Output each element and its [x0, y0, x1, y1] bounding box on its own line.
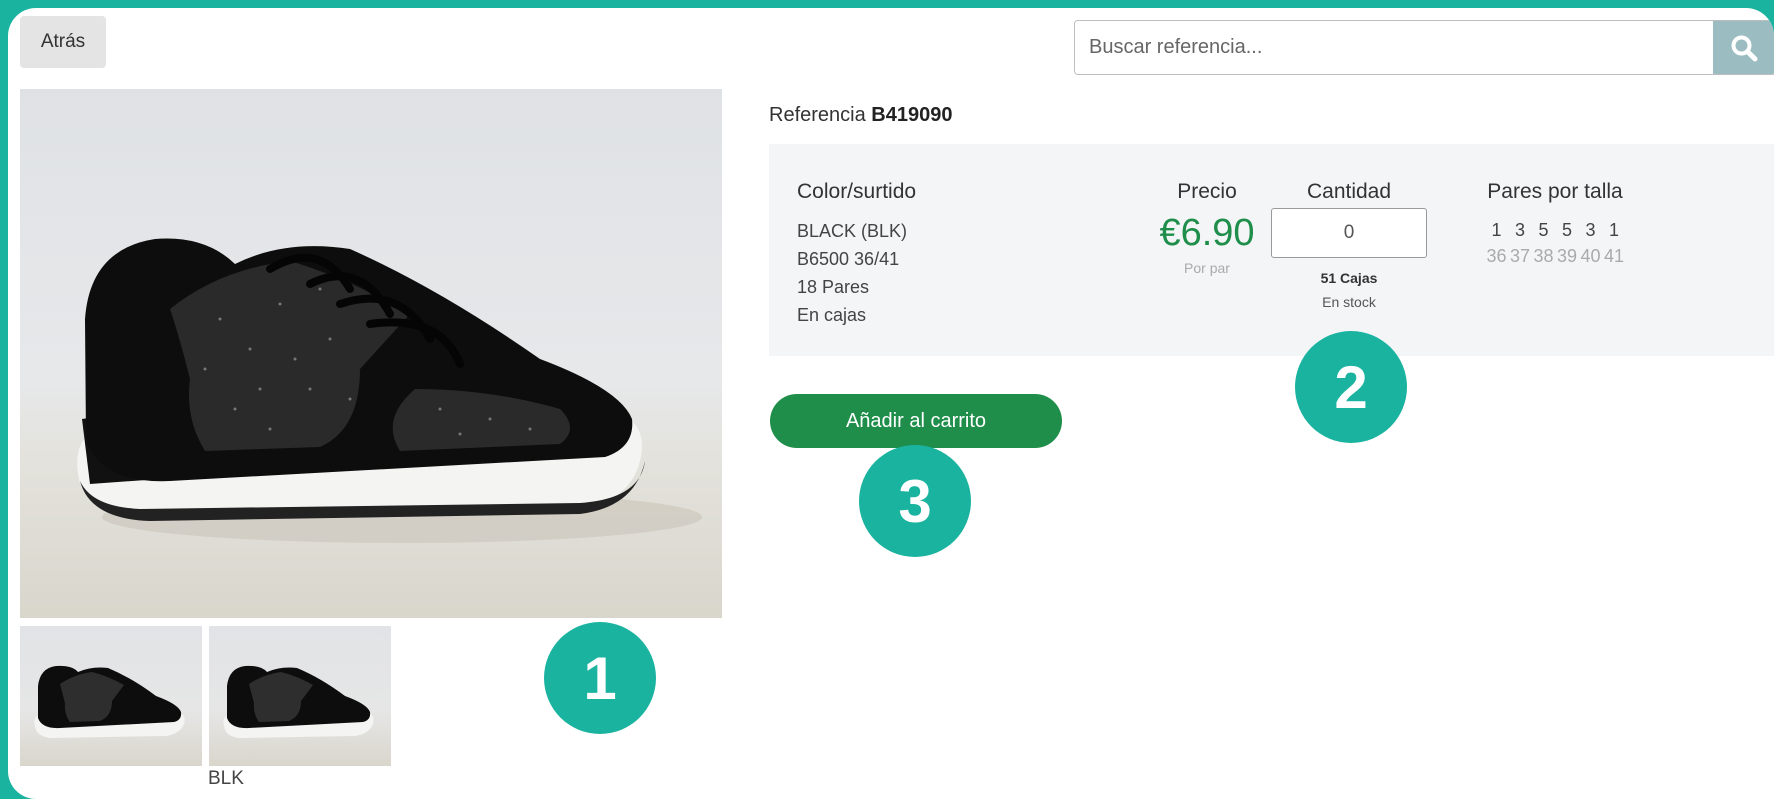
pairs-count: 1: [1491, 220, 1502, 240]
callout-badge-1: 1: [544, 622, 656, 734]
size-label: 37: [1509, 246, 1531, 266]
color-header: Color/surtido: [797, 180, 917, 203]
assortment-line: B6500 36/41: [797, 249, 900, 269]
size-labels-row: 36 37 38 39 40 41: [1485, 246, 1626, 267]
search-icon: [1731, 35, 1758, 61]
packaging-line: En cajas: [797, 305, 867, 325]
sneaker-image: [77, 238, 702, 543]
search-bar: [1074, 20, 1774, 75]
size-label: 36: [1486, 246, 1507, 266]
thumbnail-1[interactable]: [20, 626, 202, 766]
pairs-count: 1: [1608, 220, 1619, 240]
callout-badge-2: 2: [1295, 331, 1407, 443]
add-to-cart-button[interactable]: Añadir al carrito: [770, 394, 1062, 448]
sizes-header: Pares por talla: [1487, 180, 1623, 203]
pairs-count: 3: [1585, 220, 1596, 240]
price-unit: Por par: [1184, 260, 1230, 276]
reference-code: B419090: [871, 104, 953, 126]
size-label: 38: [1533, 246, 1554, 266]
page-frame: Atrás Buscar referencia... BLK Referenci…: [8, 8, 1774, 799]
quantity-header: Cantidad: [1306, 180, 1392, 203]
price-header: Precio: [1177, 180, 1237, 203]
product-details-panel: Color/surtido BLACK (BLK) B6500 36/41 18…: [769, 144, 1774, 356]
pairs-line: 18 Pares: [797, 277, 870, 297]
callout-badge-3: 3: [859, 445, 971, 557]
sneaker-thumbnail: [223, 665, 374, 738]
pairs-per-size-row: 1 3 5 5 3 1: [1485, 220, 1626, 241]
size-label: 41: [1603, 246, 1625, 266]
size-label: 39: [1556, 246, 1578, 266]
sneaker-thumbnail: [34, 665, 185, 738]
pairs-count: 5: [1538, 220, 1549, 240]
back-button[interactable]: Atrás: [20, 16, 106, 68]
boxes-available: 51 Cajas: [1320, 270, 1378, 286]
size-label: 40: [1580, 246, 1601, 266]
reference-label: Referencia: [769, 104, 866, 126]
pairs-count: 3: [1514, 220, 1525, 240]
pairs-count: 5: [1561, 220, 1572, 240]
stock-status: En stock: [1322, 294, 1376, 310]
search-input[interactable]: [1075, 21, 1713, 74]
thumbnail-2[interactable]: [209, 626, 391, 766]
thumbnail-color-label: BLK: [208, 768, 244, 789]
product-reference: Referencia B419090: [769, 104, 952, 127]
price-value: €6.90: [1159, 212, 1255, 254]
color-line: BLACK (BLK): [797, 221, 908, 241]
product-main-image[interactable]: [20, 89, 722, 618]
search-button[interactable]: [1713, 21, 1774, 74]
quantity-input[interactable]: [1271, 208, 1427, 258]
